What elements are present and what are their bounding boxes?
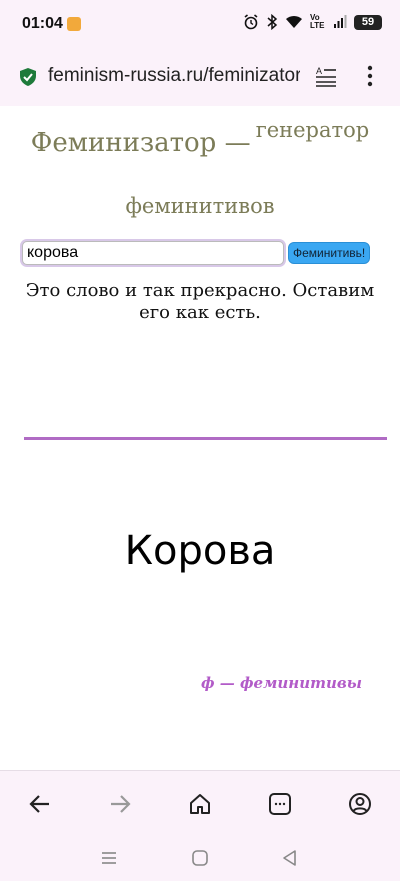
site-brand-link[interactable]: ф — феминитивы [201, 674, 362, 692]
page-title: Феминизатор — генератор [0, 118, 400, 158]
system-navigation-bar [0, 836, 400, 881]
battery-indicator: 59 [354, 14, 382, 30]
title-line-two: феминитивов [125, 194, 275, 218]
url-field[interactable]: feminism-russia.ru/feminizator [48, 65, 300, 87]
svg-text:A: A [316, 66, 322, 76]
browser-toolbar [0, 770, 400, 837]
account-icon[interactable] [347, 791, 373, 817]
bluetooth-icon [267, 14, 278, 30]
title-main: Феминизатор — [30, 128, 251, 158]
reader-mode-icon[interactable]: A [315, 65, 337, 87]
secure-shield-icon[interactable] [18, 67, 38, 87]
result-word: Корова [124, 528, 276, 574]
wifi-icon [286, 15, 302, 28]
home-circle-icon[interactable] [190, 848, 210, 868]
status-icons: Vo LTE 59 [243, 14, 382, 30]
tabs-icon[interactable] [267, 791, 293, 817]
divider-line [24, 437, 387, 440]
recents-icon[interactable] [99, 848, 119, 868]
notification-app-icon [67, 17, 81, 31]
web-page: Феминизатор — генератор феминитивов Феми… [0, 106, 400, 770]
alarm-icon [244, 14, 258, 30]
signal-icon [334, 15, 347, 28]
title-subtitle: генератор [255, 118, 370, 142]
address-bar: feminism-russia.ru/feminizator A [0, 48, 400, 107]
status-time: 01:04 [22, 15, 63, 32]
word-input[interactable] [22, 241, 284, 265]
result-message: Это слово и так прекрасно. Оставим его к… [25, 280, 375, 323]
back-arrow-icon[interactable] [27, 791, 53, 817]
more-menu-icon[interactable] [360, 64, 380, 88]
forward-arrow-icon[interactable] [107, 791, 133, 817]
feminize-button[interactable]: Феминитивь! [288, 242, 371, 264]
input-row: Феминитивь! [22, 241, 382, 267]
back-triangle-icon[interactable] [280, 848, 300, 868]
network-type: Vo LTE [310, 13, 325, 30]
status-bar: 01:04 Vo LTE 59 [0, 0, 400, 48]
home-icon[interactable] [187, 791, 213, 817]
